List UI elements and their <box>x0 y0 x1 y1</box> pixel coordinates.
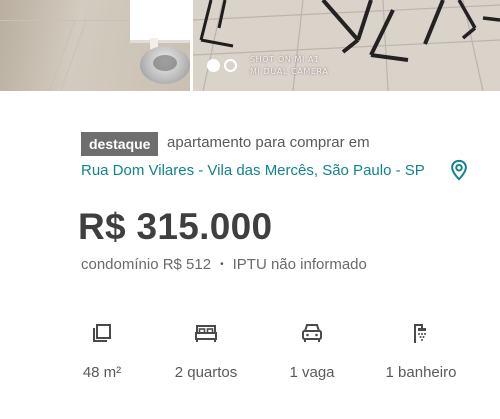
photo-gallery[interactable]: SHOT ON MI A1 MI DUAL CAMERA <box>0 0 500 91</box>
car-icon <box>302 324 322 342</box>
floor-and-chairs <box>193 0 500 91</box>
feature-area: 48 m² <box>42 322 162 381</box>
robot-vacuum-top <box>153 55 177 71</box>
feature-bedrooms: 2 quartos <box>146 322 266 381</box>
feature-label: 2 quartos <box>174 364 238 381</box>
map-pin-icon[interactable] <box>448 159 470 181</box>
feature-parking: 1 vaga <box>252 322 372 381</box>
listing-photo-1[interactable] <box>0 0 190 91</box>
highlight-badge: destaque <box>81 132 159 156</box>
feature-label: 1 banheiro <box>385 364 457 381</box>
listing-fees: condomínio R$ 512 • IPTU não informado <box>81 256 367 273</box>
pager-dot-active[interactable] <box>207 59 220 72</box>
bed-icon <box>195 325 217 342</box>
feature-bathroom: 1 banheiro <box>361 322 481 381</box>
gallery-pager[interactable] <box>207 59 237 72</box>
robot-vacuum <box>140 46 190 84</box>
listing-address-link[interactable]: Rua Dom Vilares - Vila das Mercês, São P… <box>81 162 425 179</box>
area-icon <box>93 324 111 342</box>
feature-label: 48 m² <box>82 364 122 381</box>
iptu-info: IPTU não informado <box>232 256 367 273</box>
camera-watermark-line: SHOT ON MI A1 <box>250 55 320 64</box>
cabinet <box>130 0 190 43</box>
fee-separator: • <box>220 259 224 270</box>
listing-photo-2[interactable]: SHOT ON MI A1 MI DUAL CAMERA <box>193 0 500 91</box>
pager-dot[interactable] <box>224 59 237 72</box>
camera-watermark: SHOT ON MI A1 MI DUAL CAMERA <box>250 54 328 78</box>
features-list: 48 m² 2 quartos 1 vaga 1 banheiro <box>0 322 500 392</box>
feature-label: 1 vaga <box>289 364 335 381</box>
camera-watermark-line: MI DUAL CAMERA <box>250 67 329 76</box>
listing-price: R$ 315.000 <box>78 206 273 247</box>
shower-icon <box>414 324 426 343</box>
condo-fee: condomínio R$ 512 <box>81 256 212 273</box>
listing-subtitle: apartamento para comprar em <box>167 134 370 151</box>
